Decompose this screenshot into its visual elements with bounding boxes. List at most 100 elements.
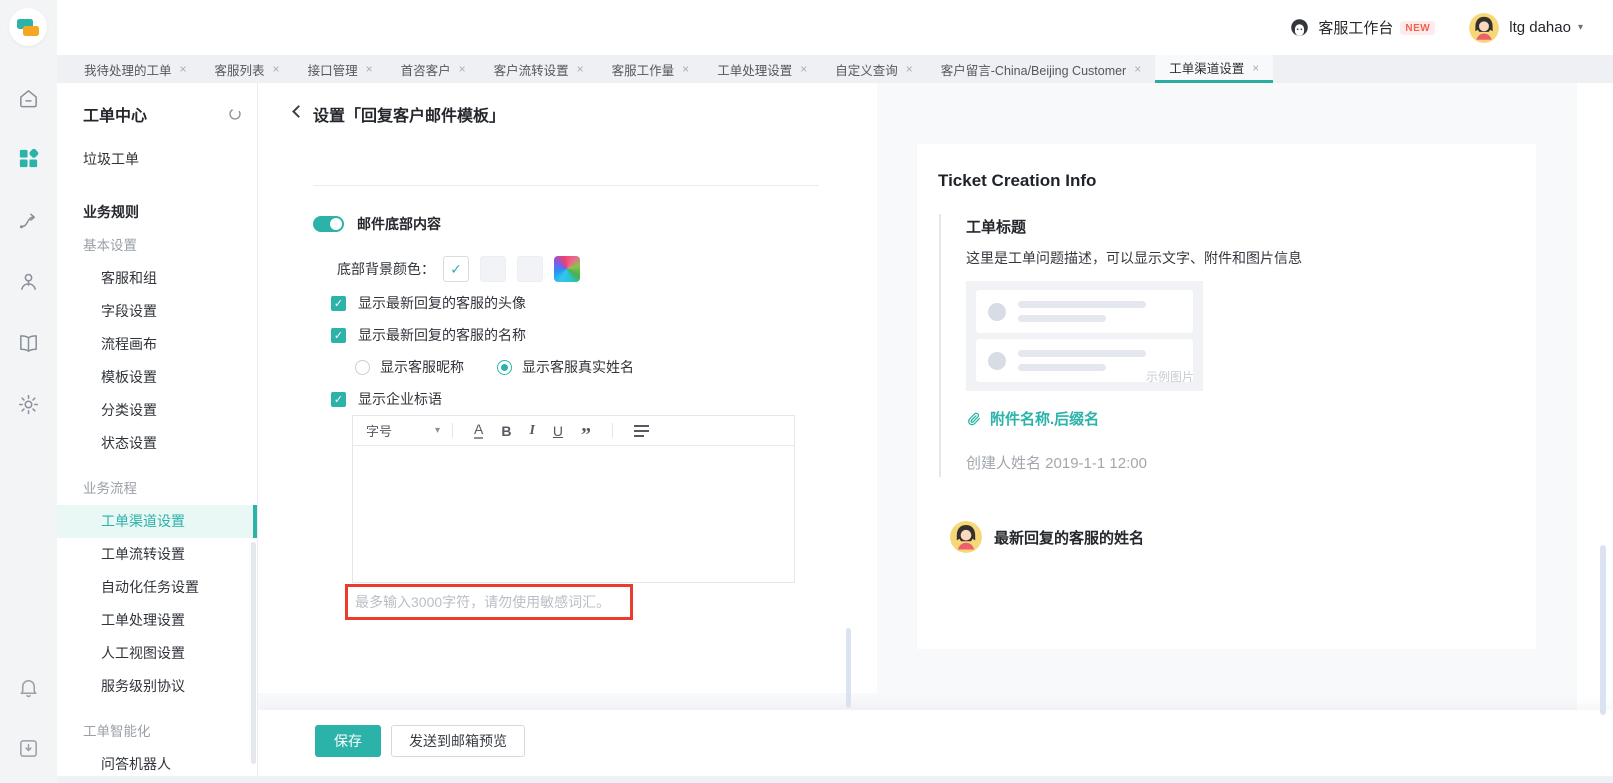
show-agent-avatar-checkbox[interactable]: ✓: [331, 295, 346, 311]
tab-custom-query[interactable]: 自定义查询 ×: [821, 55, 927, 83]
latest-reply-row: 最新回复的客服的姓名: [938, 521, 1536, 553]
nickname-radio[interactable]: [355, 359, 370, 375]
workflow-route-icon[interactable]: [16, 208, 41, 233]
close-icon[interactable]: ×: [1252, 61, 1259, 75]
nickname-radio-label[interactable]: 显示客服昵称: [380, 357, 464, 377]
skeleton-avatar: [988, 351, 1006, 370]
sidebar-item-agents-groups[interactable]: 客服和组: [57, 262, 257, 295]
creator-line: 创建人姓名 2019-1-1 12:00: [966, 455, 1147, 472]
italic-icon[interactable]: I: [529, 423, 534, 438]
section-divider: [313, 185, 819, 186]
selected-item-indicator: [253, 505, 257, 538]
red-annotation-box: 最多输入3000字符，请勿使用敏感词汇。: [345, 584, 633, 620]
knowledge-book-icon[interactable]: [16, 331, 41, 356]
right-page-gutter: [1577, 83, 1613, 783]
tab-my-pending-tickets[interactable]: 我待处理的工单 ×: [70, 55, 201, 83]
main-content: 设置「回复客户邮件模板」 邮件底部内容 底部背景颜色： ✓ ✓ 显示最新回复的客…: [258, 83, 1613, 783]
char-limit-hint: 最多输入3000字符，请勿使用敏感词汇。: [355, 594, 611, 610]
close-icon[interactable]: ×: [906, 62, 913, 76]
page-title: 设置「回复客户邮件模板」: [313, 108, 506, 125]
attachment-link[interactable]: 附件名称.后缀名: [966, 408, 1369, 429]
sidebar-item-ticket-handling-settings[interactable]: 工单处理设置: [57, 604, 257, 637]
sidebar-section-basic-settings: 基本设置: [83, 238, 137, 253]
realname-radio-label[interactable]: 显示客服真实姓名: [522, 357, 634, 377]
home-icon[interactable]: [16, 86, 41, 111]
color-swatch-custom-picker[interactable]: [554, 256, 580, 282]
close-icon[interactable]: ×: [682, 62, 689, 76]
back-button[interactable]: [291, 105, 305, 119]
email-template-form-panel: 设置「回复客户邮件模板」 邮件底部内容 底部背景颜色： ✓ ✓ 显示最新回复的客…: [258, 83, 877, 693]
download-tray-icon[interactable]: [16, 736, 41, 761]
realname-radio[interactable]: [497, 359, 512, 375]
attachment-name: 附件名称.后缀名: [990, 411, 1100, 428]
close-icon[interactable]: ×: [1134, 62, 1141, 76]
sidebar-group-business-rules[interactable]: 业务规则: [57, 196, 257, 229]
close-icon[interactable]: ×: [366, 62, 373, 76]
editor-text-area[interactable]: [353, 446, 794, 582]
sidebar-scrollbar-thumb[interactable]: [251, 542, 256, 764]
color-swatch-selected[interactable]: ✓: [443, 256, 469, 282]
sidebar-nav: 垃圾工单 业务规则 基本设置 客服和组 字段设置 流程画布 模板设置 分类设置 …: [57, 143, 257, 781]
show-slogan-checkbox[interactable]: ✓: [331, 391, 346, 407]
email-footer-toggle[interactable]: [313, 216, 344, 232]
customer-icon[interactable]: [16, 269, 41, 294]
sidebar-item-junk-tickets[interactable]: 垃圾工单: [57, 143, 257, 176]
quote-icon[interactable]: ”: [581, 425, 591, 445]
slogan-rich-text-editor: 字号 ▾ A B I U ”: [352, 415, 795, 583]
save-button[interactable]: 保存: [315, 725, 381, 757]
sidebar-item-category-settings[interactable]: 分类设置: [57, 394, 257, 427]
sidebar-item-automation-task-settings[interactable]: 自动化任务设置: [57, 571, 257, 604]
color-swatch-light[interactable]: [517, 256, 543, 282]
sidebar-item-sla[interactable]: 服务级别协议: [57, 670, 257, 703]
sidebar-item-ticket-channel-settings[interactable]: 工单渠道设置: [57, 505, 257, 538]
close-icon[interactable]: ×: [273, 62, 280, 76]
show-slogan-label[interactable]: 显示企业标语: [358, 389, 442, 409]
tab-customer-message[interactable]: 客户留言-China/Beijing Customer ×: [927, 55, 1156, 83]
show-agent-name-label[interactable]: 显示最新回复的客服的名称: [358, 325, 526, 345]
notification-bell-icon[interactable]: [16, 675, 41, 700]
ticket-preview-card: Ticket Creation Info 工单标题 这里是工单问题描述，可以显示…: [917, 144, 1536, 649]
apps-grid-icon[interactable]: [16, 146, 41, 171]
tab-agent-workload[interactable]: 客服工作量 ×: [598, 55, 704, 83]
user-menu[interactable]: ltg dahao ▾: [1469, 12, 1583, 43]
sidebar-item-ticket-flow-settings[interactable]: 工单流转设置: [57, 538, 257, 571]
tab-ticket-handling-settings[interactable]: 工单处理设置 ×: [703, 55, 821, 83]
color-swatch-light[interactable]: [480, 256, 506, 282]
refresh-icon[interactable]: [227, 106, 243, 122]
editor-toolbar: 字号 ▾ A B I U ”: [353, 416, 794, 446]
close-icon[interactable]: ×: [459, 62, 466, 76]
align-icon[interactable]: [634, 423, 650, 438]
sidebar-item-template-settings[interactable]: 模板设置: [57, 361, 257, 394]
form-action-bar: 保存 发送到邮箱预览: [258, 710, 1613, 776]
tab-first-consult-customer[interactable]: 首咨客户 ×: [387, 55, 480, 83]
workbench-link[interactable]: 客服工作台: [1318, 17, 1393, 38]
bg-color-label: 底部背景颜色：: [337, 261, 435, 277]
sidebar-item-process-canvas[interactable]: 流程画布: [57, 328, 257, 361]
bg-color-swatches: ✓: [443, 256, 591, 282]
font-size-dropdown[interactable]: 字号 ▾: [366, 421, 440, 440]
app-logo[interactable]: [9, 8, 47, 46]
tab-agent-list[interactable]: 客服列表 ×: [201, 55, 294, 83]
tab-ticket-channel-settings[interactable]: 工单渠道设置 ×: [1155, 55, 1274, 83]
send-email-preview-button[interactable]: 发送到邮箱预览: [391, 725, 525, 757]
close-icon[interactable]: ×: [800, 62, 807, 76]
tab-customer-flow-settings[interactable]: 客户流转设置 ×: [480, 55, 598, 83]
left-icon-rail: [0, 0, 57, 783]
sidebar-item-field-settings[interactable]: 字段设置: [57, 295, 257, 328]
bold-icon[interactable]: B: [501, 424, 511, 438]
horizontal-scrollbar-track[interactable]: [57, 776, 1613, 783]
page-scrollbar-thumb[interactable]: [1600, 545, 1606, 715]
close-icon[interactable]: ×: [577, 62, 584, 76]
tab-api-management[interactable]: 接口管理 ×: [294, 55, 387, 83]
check-icon: ✓: [450, 260, 462, 277]
show-agent-name-checkbox[interactable]: ✓: [331, 327, 346, 343]
open-tabs-bar: 我待处理的工单 × 客服列表 × 接口管理 × 首咨客户 × 客户流转设置 × 客服工作量…: [57, 55, 1613, 83]
font-color-icon[interactable]: A: [474, 422, 484, 439]
underline-icon[interactable]: U: [553, 424, 563, 438]
form-scrollbar-thumb[interactable]: [846, 628, 851, 708]
settings-gear-icon[interactable]: [16, 392, 41, 417]
show-agent-avatar-label[interactable]: 显示最新回复的客服的头像: [358, 293, 526, 313]
close-icon[interactable]: ×: [180, 62, 187, 76]
sidebar-item-manual-view-settings[interactable]: 人工视图设置: [57, 637, 257, 670]
sidebar-item-status-settings[interactable]: 状态设置: [57, 427, 257, 460]
